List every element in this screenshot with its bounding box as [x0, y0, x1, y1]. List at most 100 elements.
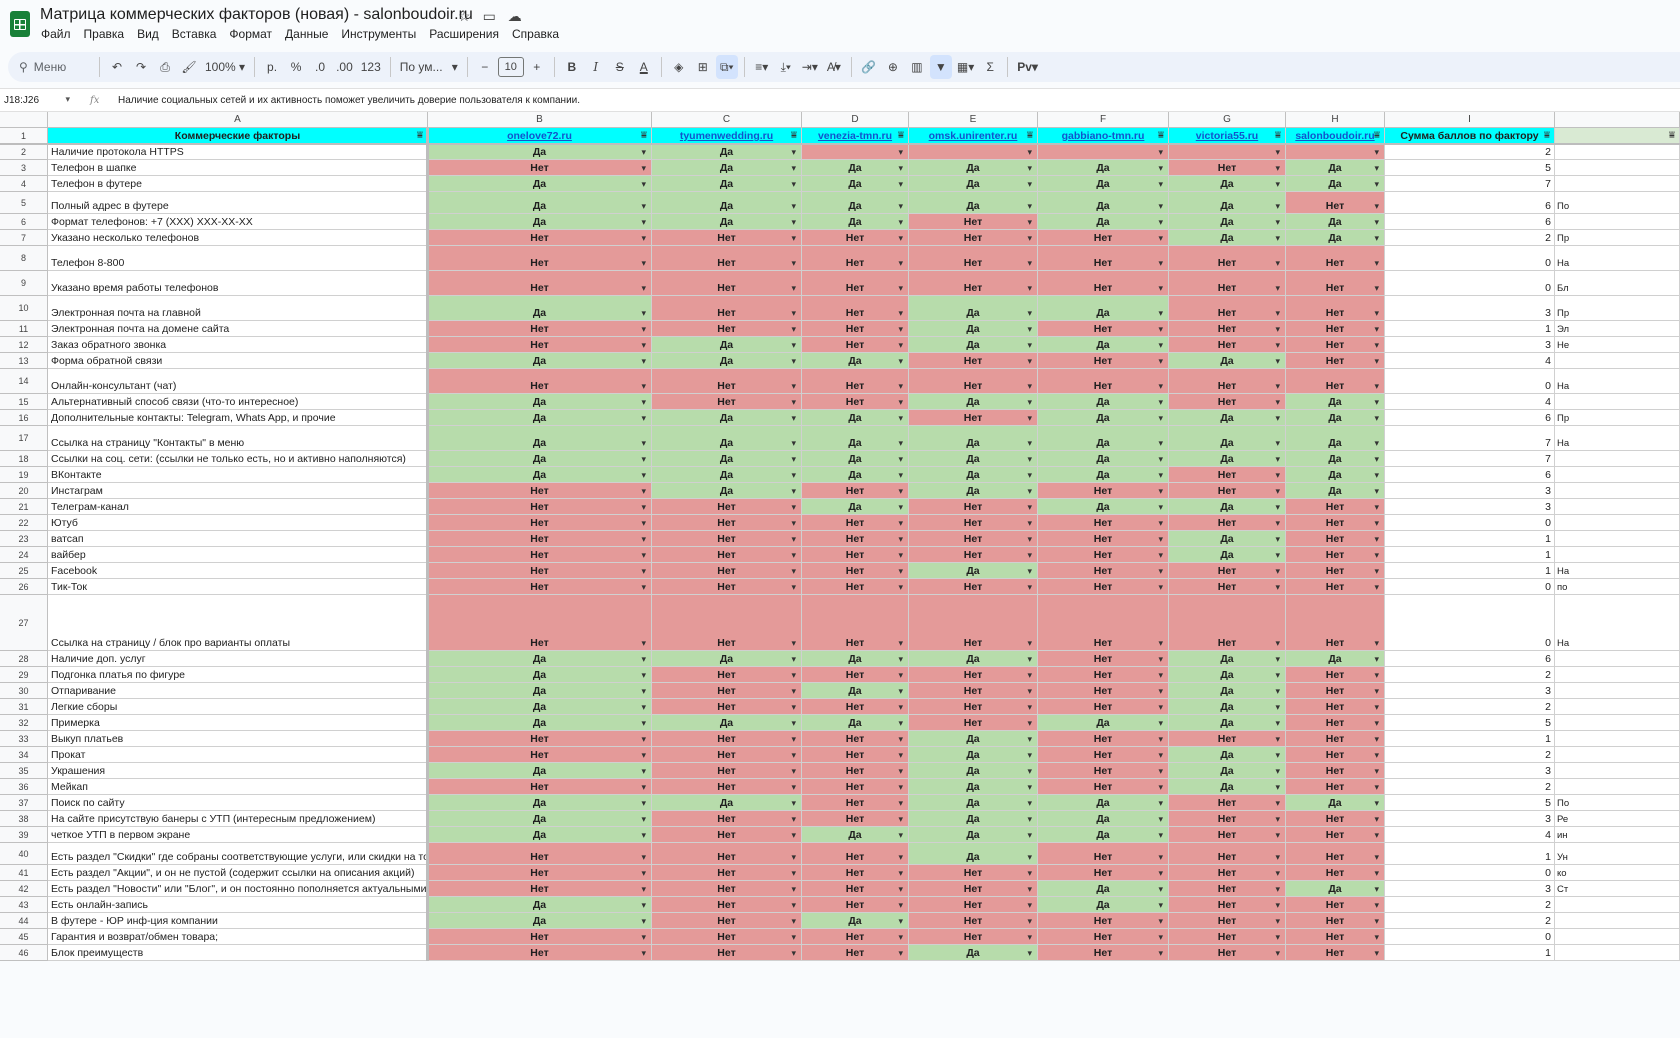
- value-dropdown-cell[interactable]: Да: [652, 451, 802, 467]
- value-dropdown-cell[interactable]: Нет: [1169, 913, 1286, 929]
- row-header[interactable]: 40: [0, 843, 48, 865]
- value-dropdown-cell[interactable]: Нет: [909, 929, 1038, 945]
- value-dropdown-cell[interactable]: Да: [1169, 214, 1286, 230]
- filter-icon[interactable]: ▼: [929, 55, 952, 79]
- value-dropdown-cell[interactable]: Нет: [802, 579, 909, 595]
- input-tools-select[interactable]: Pv ▾: [1014, 55, 1041, 79]
- site-header[interactable]: onelove72.ru: [428, 128, 652, 144]
- name-box[interactable]: J18:J26: [0, 94, 74, 106]
- frozen-column-divider[interactable]: [426, 128, 429, 961]
- value-dropdown-cell[interactable]: Нет: [1169, 467, 1286, 483]
- sum-cell[interactable]: 2: [1385, 144, 1555, 160]
- value-dropdown-cell[interactable]: Нет: [909, 897, 1038, 913]
- comment-cell[interactable]: [1555, 394, 1680, 410]
- value-dropdown-cell[interactable]: Нет: [652, 763, 802, 779]
- value-dropdown-cell[interactable]: Да: [909, 795, 1038, 811]
- factor-cell[interactable]: Поиск по сайту: [48, 795, 428, 811]
- value-dropdown-cell[interactable]: Нет: [652, 747, 802, 763]
- row-header[interactable]: 1: [0, 128, 48, 144]
- value-dropdown-cell[interactable]: Нет: [1286, 683, 1385, 699]
- value-dropdown-cell[interactable]: Да: [428, 683, 652, 699]
- value-dropdown-cell[interactable]: Нет: [428, 595, 652, 651]
- factor-cell[interactable]: Телефон в футере: [48, 176, 428, 192]
- site-header[interactable]: venezia-tmn.ru: [802, 128, 909, 144]
- value-dropdown-cell[interactable]: Нет: [1038, 763, 1169, 779]
- value-dropdown-cell[interactable]: Нет: [1286, 563, 1385, 579]
- comment-cell[interactable]: [1555, 651, 1680, 667]
- value-dropdown-cell[interactable]: Да: [1286, 881, 1385, 897]
- sum-cell[interactable]: 3: [1385, 296, 1555, 321]
- row-header[interactable]: 27: [0, 595, 48, 651]
- sum-cell[interactable]: 1: [1385, 843, 1555, 865]
- factor-cell[interactable]: Телефон 8-800: [48, 246, 428, 271]
- row-header[interactable]: 32: [0, 715, 48, 731]
- value-dropdown-cell[interactable]: Нет: [909, 865, 1038, 881]
- sum-cell[interactable]: 0: [1385, 515, 1555, 531]
- value-dropdown-cell[interactable]: Нет: [1286, 731, 1385, 747]
- sum-cell[interactable]: 2: [1385, 779, 1555, 795]
- comment-cell[interactable]: [1555, 531, 1680, 547]
- sum-cell[interactable]: 2: [1385, 897, 1555, 913]
- value-dropdown-cell[interactable]: Да: [1038, 160, 1169, 176]
- print-icon[interactable]: ⎙: [154, 55, 176, 79]
- sum-cell[interactable]: 3: [1385, 683, 1555, 699]
- value-dropdown-cell[interactable]: Нет: [428, 547, 652, 563]
- factor-cell[interactable]: Ссылка на страницу / блок про варианты о…: [48, 595, 428, 651]
- value-dropdown-cell[interactable]: Да: [802, 827, 909, 843]
- sum-cell[interactable]: 1: [1385, 563, 1555, 579]
- row-header[interactable]: 28: [0, 651, 48, 667]
- comment-cell[interactable]: На: [1555, 426, 1680, 451]
- value-dropdown-cell[interactable]: Нет: [652, 369, 802, 394]
- sum-cell[interactable]: 1: [1385, 731, 1555, 747]
- value-dropdown-cell[interactable]: Нет: [652, 929, 802, 945]
- comment-cell[interactable]: [1555, 144, 1680, 160]
- sum-cell[interactable]: 1: [1385, 321, 1555, 337]
- sum-cell[interactable]: 4: [1385, 353, 1555, 369]
- value-dropdown-cell[interactable]: Нет: [1169, 246, 1286, 271]
- comment-cell[interactable]: На: [1555, 595, 1680, 651]
- value-dropdown-cell[interactable]: Да: [909, 483, 1038, 499]
- column-header[interactable]: G: [1169, 112, 1286, 128]
- merge-cells-icon[interactable]: ⧉▾: [715, 55, 738, 79]
- value-dropdown-cell[interactable]: Нет: [428, 779, 652, 795]
- value-dropdown-cell[interactable]: Нет: [1169, 595, 1286, 651]
- value-dropdown-cell[interactable]: Нет: [1038, 547, 1169, 563]
- value-dropdown-cell[interactable]: Нет: [909, 410, 1038, 426]
- row-header[interactable]: 31: [0, 699, 48, 715]
- value-dropdown-cell[interactable]: Да: [1038, 394, 1169, 410]
- row-header[interactable]: 10: [0, 296, 48, 321]
- factor-cell[interactable]: Есть раздел "Акции", и он не пустой (сод…: [48, 865, 428, 881]
- sum-cell[interactable]: 5: [1385, 715, 1555, 731]
- value-dropdown-cell[interactable]: Нет: [909, 515, 1038, 531]
- horizontal-align-icon[interactable]: ≡▾: [751, 55, 773, 79]
- value-dropdown-cell[interactable]: Да: [1038, 176, 1169, 192]
- value-dropdown-cell[interactable]: Нет: [1286, 271, 1385, 296]
- factor-cell[interactable]: Ютуб: [48, 515, 428, 531]
- value-dropdown-cell[interactable]: Нет: [802, 747, 909, 763]
- value-dropdown-cell[interactable]: Да: [1169, 547, 1286, 563]
- factor-cell[interactable]: Онлайн-консультант (чат): [48, 369, 428, 394]
- value-dropdown-cell[interactable]: Нет: [802, 699, 909, 715]
- value-dropdown-cell[interactable]: Нет: [802, 337, 909, 353]
- sum-cell[interactable]: 2: [1385, 230, 1555, 246]
- value-dropdown-cell[interactable]: Да: [652, 715, 802, 731]
- factor-cell[interactable]: Мейкап: [48, 779, 428, 795]
- factor-cell[interactable]: Заказ обратного звонка: [48, 337, 428, 353]
- comment-cell[interactable]: [1555, 683, 1680, 699]
- comment-cell[interactable]: [1555, 929, 1680, 945]
- value-dropdown-cell[interactable]: Да: [1286, 651, 1385, 667]
- value-dropdown-cell[interactable]: Да: [652, 353, 802, 369]
- comment-cell[interactable]: Пр: [1555, 410, 1680, 426]
- value-dropdown-cell[interactable]: Нет: [428, 531, 652, 547]
- factor-cell[interactable]: Электронная почта на домене сайта: [48, 321, 428, 337]
- value-dropdown-cell[interactable]: Нет: [1286, 699, 1385, 715]
- comment-cell[interactable]: [1555, 715, 1680, 731]
- sum-cell[interactable]: 3: [1385, 881, 1555, 897]
- value-dropdown-cell[interactable]: Нет: [428, 881, 652, 897]
- sum-cell[interactable]: 3: [1385, 499, 1555, 515]
- value-dropdown-cell[interactable]: Да: [909, 763, 1038, 779]
- value-dropdown-cell[interactable]: Нет: [1286, 595, 1385, 651]
- more-formats-button[interactable]: 123: [358, 55, 384, 79]
- row-header[interactable]: 5: [0, 192, 48, 214]
- value-dropdown-cell[interactable]: Да: [909, 160, 1038, 176]
